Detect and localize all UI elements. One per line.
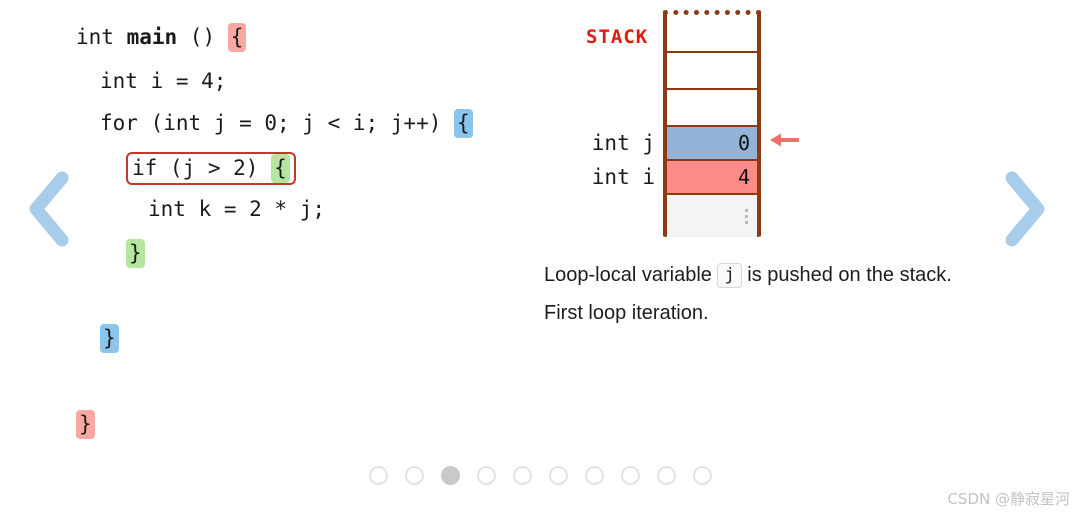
stack-frame: int j 0 int i 4 bbox=[592, 10, 761, 237]
pagination-dot-5[interactable] bbox=[512, 466, 532, 485]
stack-cell-empty-3 bbox=[667, 90, 757, 127]
pagination-dot-8[interactable] bbox=[620, 466, 640, 485]
pagination-dot-10[interactable] bbox=[692, 466, 712, 485]
pagination-dot-2[interactable] bbox=[404, 466, 424, 485]
code-line-3-text: for (int j = 0; j < i; j++) bbox=[100, 111, 455, 135]
if-statement-highlight-box: if (j > 2) { bbox=[126, 152, 296, 185]
code-line-1-prefix: int bbox=[76, 25, 127, 49]
brace-close-if: } bbox=[126, 239, 145, 268]
code-line-7: } bbox=[100, 324, 119, 353]
code-line-1-tail: () bbox=[177, 25, 228, 49]
stack-diagram: STACK int j 0 int i 4 bbox=[540, 0, 1010, 250]
pagination-dots bbox=[0, 466, 1080, 485]
brace-close-main: } bbox=[76, 410, 95, 439]
pagination-dot-4[interactable] bbox=[476, 466, 496, 485]
description-part-2: is pushed on the stack. bbox=[741, 264, 952, 286]
stack-cell-value-j: 0 bbox=[737, 131, 750, 155]
stack-cell-empty-1 bbox=[667, 15, 757, 53]
code-line-2: int i = 4; bbox=[100, 69, 227, 93]
arrow-left-icon bbox=[769, 133, 800, 154]
slide-container: int main () { int i = 4; for (int j = 0;… bbox=[0, 0, 1080, 515]
stack-cell-variable-i: int i 4 bbox=[592, 161, 757, 195]
stack-cell-value-i: 4 bbox=[737, 165, 750, 189]
brace-open-for: { bbox=[454, 109, 473, 138]
description-line-2: First loop iteration. bbox=[544, 302, 709, 324]
code-line-4: if (j > 2) { bbox=[126, 152, 296, 185]
stack-cell-empty-2 bbox=[667, 53, 757, 90]
description-text: Loop-local variable j is pushed on the s… bbox=[544, 256, 984, 332]
stack-row-label-j: int j bbox=[591, 131, 655, 155]
stack-title: STACK bbox=[586, 26, 649, 48]
code-line-5: int k = 2 * j; bbox=[148, 197, 326, 221]
inline-code-chip-j: j bbox=[717, 263, 742, 288]
stack-top-pointer bbox=[769, 130, 800, 150]
code-panel: int main () { int i = 4; for (int j = 0;… bbox=[0, 0, 520, 450]
code-line-6: } bbox=[126, 239, 145, 268]
brace-open-main: { bbox=[227, 23, 247, 52]
pagination-dot-7[interactable] bbox=[584, 466, 604, 485]
code-line-8: } bbox=[76, 410, 95, 439]
stack-cell-variable-j: int j 0 bbox=[592, 127, 757, 161]
stack-row-label-i: int i bbox=[591, 165, 655, 189]
pagination-dot-9[interactable] bbox=[656, 466, 676, 485]
code-line-3: for (int j = 0; j < i; j++) { bbox=[100, 109, 473, 138]
brace-open-if: { bbox=[271, 154, 290, 183]
pagination-dot-3[interactable] bbox=[440, 466, 460, 485]
stack-cell-ellipsis bbox=[667, 195, 757, 237]
code-line-4-text: if (j > 2) bbox=[132, 156, 272, 180]
watermark: CSDN @静寂星河 bbox=[947, 490, 1070, 508]
description-part-1: Loop-local variable bbox=[544, 264, 718, 286]
pagination-dot-6[interactable] bbox=[548, 466, 568, 485]
pagination-dot-1[interactable] bbox=[368, 466, 388, 485]
code-line-1: int main () { bbox=[76, 23, 247, 52]
brace-close-for: } bbox=[100, 324, 119, 353]
vertical-ellipsis-icon bbox=[745, 208, 748, 224]
code-line-1-keyword: main bbox=[126, 25, 178, 49]
